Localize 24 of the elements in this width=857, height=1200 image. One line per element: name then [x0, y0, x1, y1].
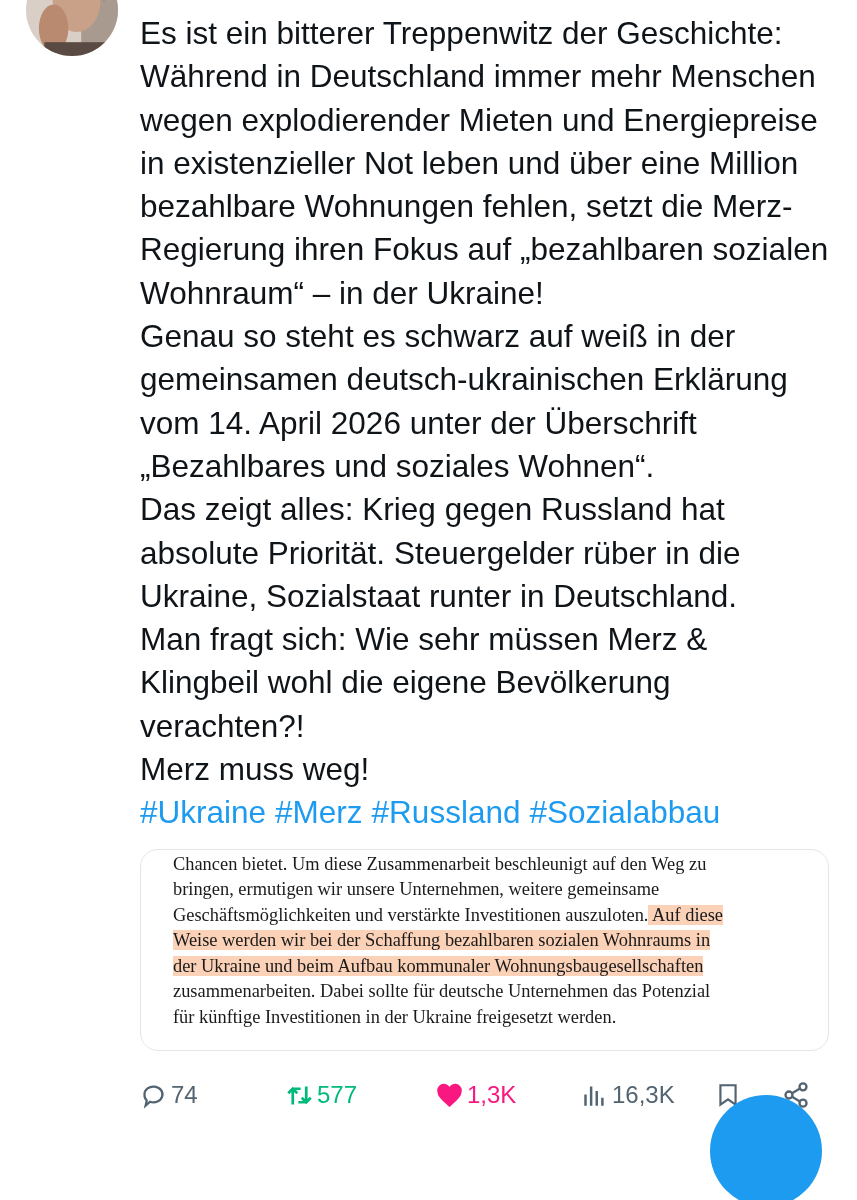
hashtag-link[interactable]: #Sozialabbau	[529, 791, 721, 835]
post-text: Genau so steht es schwarz auf weiß in der gemeinsamen deutsch-ukrainischen Erklärung vom 14. April 2026 unter der Überschrift „Bezahlbares und soziales Wohnen“.	[140, 317, 789, 486]
views-button[interactable]: 16,3K	[581, 1081, 675, 1110]
document-text: für künftige Investitionen in der Ukraine freigesetzt werden.	[173, 1006, 617, 1027]
reply-button[interactable]: 74	[140, 1081, 198, 1110]
document-text: bringen, ermutigen wir unsere Unternehmen, weitere gemeinsame	[173, 879, 660, 900]
document-text: Chancen bietet. Um diese Zusammenarbeit beschleunigt auf den Weg zu	[173, 853, 707, 874]
hashtag-link[interactable]: #Russland	[371, 791, 521, 835]
document-text: Auf diese	[648, 904, 724, 925]
like-button[interactable]: 1,3K	[436, 1081, 517, 1110]
hashtag-link[interactable]: #Merz	[275, 791, 363, 835]
hashtag-link[interactable]: #Ukraine	[140, 791, 267, 835]
heart-icon	[436, 1081, 463, 1109]
post-text: Es ist ein bitterer Treppenwitz der Geschichte: Während in Deutschland immer mehr Menschen wegen explodierender Mieten und Energiepreise in existenzieller Not leben und über eine Million bezahlbare Wohnungen fehlen, setzt die Merz-Regierung ihren Fokus auf „bezahlbaren sozialen Wohnraum“ – in der Ukraine!	[140, 14, 829, 313]
post-text: Man fragt sich: Wie sehr müssen Merz & Klingbeil wohl die eigene Bevölkerung verachten?!	[140, 620, 709, 746]
document-text: Geschäftsmöglichkeiten und verstärkte Investitionen auszuloten.	[173, 904, 649, 925]
document-text: der Ukraine und beim Aufbau kommunaler Wohnungsbaugesellschaften	[173, 955, 704, 976]
document-image[interactable]	[140, 848, 829, 1052]
document-text: Weise werden wir bei der Schaffung bezahlbaren sozialen Wohnraums in	[173, 930, 711, 951]
repost-button[interactable]: 577	[286, 1081, 358, 1110]
post-text: Merz muss weg!	[140, 750, 371, 790]
post-text: Das zeigt alles: Krieg gegen Russland hat absolute Priorität. Steuergelder rüber in die Ukraine, Sozialstaat runter in Deutschland.	[140, 490, 742, 616]
document-text: zusammenarbeiten. Dabei sollte für deutsche Unternehmen das Potenzial	[173, 981, 711, 1002]
share-icon[interactable]	[782, 1081, 810, 1110]
